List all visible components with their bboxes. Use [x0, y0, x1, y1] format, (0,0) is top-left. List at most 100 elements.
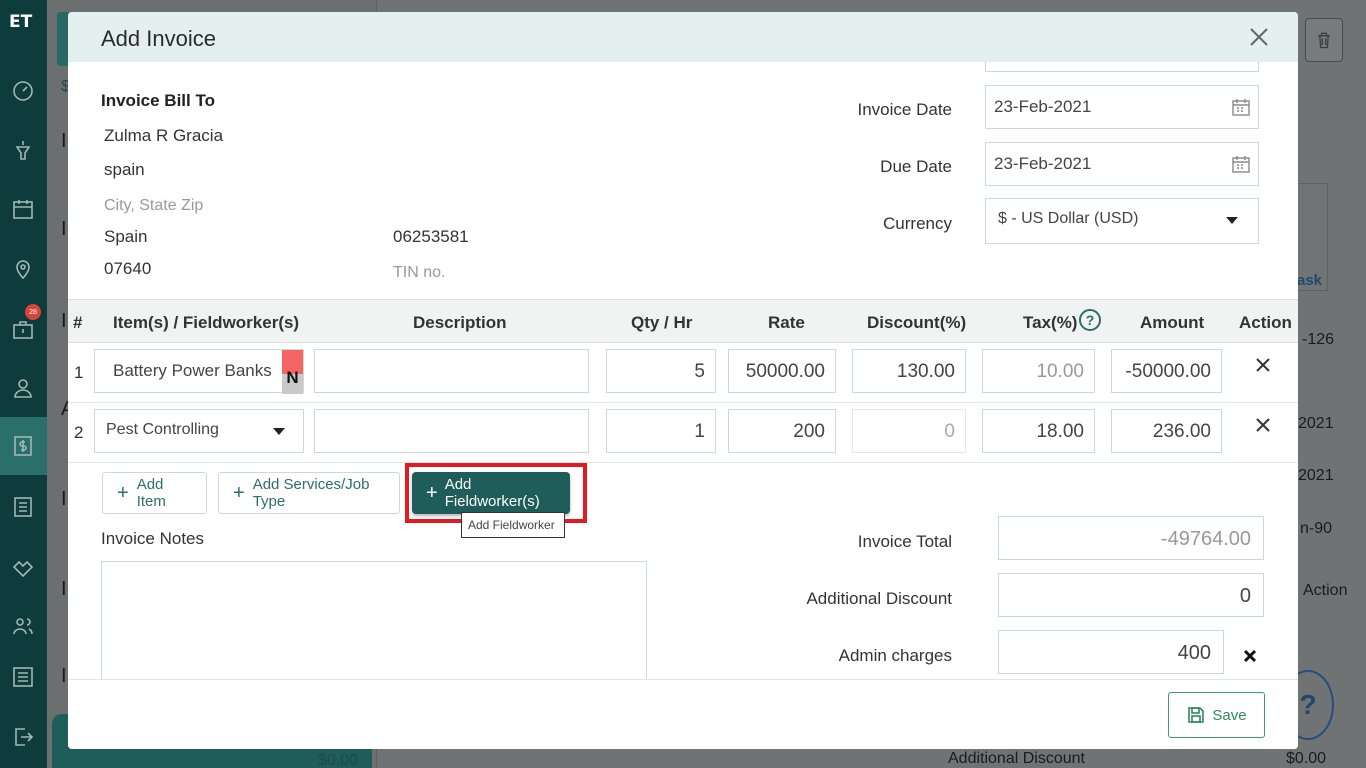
col-header-item: Item(s) / Fieldworker(s) [113, 313, 300, 332]
invoice-notes-textarea[interactable] [101, 561, 647, 679]
invoice-notes-label: Invoice Notes [101, 529, 204, 548]
invoice-date-input[interactable]: 23-Feb-2021 [985, 85, 1259, 129]
rate-input[interactable]: 50000.00 [728, 349, 836, 393]
users-icon[interactable] [10, 613, 36, 639]
save-label: Save [1212, 706, 1247, 724]
close-button[interactable] [1248, 26, 1270, 48]
calendar-icon[interactable] [1231, 97, 1251, 117]
scrolled-input-stub[interactable] [985, 62, 1259, 72]
currency-select[interactable]: $ - US Dollar (USD) [985, 198, 1259, 244]
row-number: 1 [74, 363, 84, 382]
discount-input[interactable]: 0 [852, 409, 966, 453]
add-fieldworker-button[interactable]: + Add Fieldworker(s) [412, 472, 570, 514]
bill-to-phone: 06253581 [393, 227, 469, 246]
save-button[interactable]: Save [1168, 692, 1265, 738]
close-icon [1250, 28, 1268, 46]
bill-to-heading: Invoice Bill To [101, 91, 215, 110]
items-table-header: # Item(s) / Fieldworker(s) Description Q… [68, 299, 1298, 343]
modal-header: Add Invoice [68, 12, 1298, 62]
due-date-label: Due Date [880, 157, 952, 176]
bg-list-row: I [61, 310, 67, 332]
bg-right-text: Action [1303, 582, 1348, 599]
map-pin-icon[interactable] [10, 256, 36, 282]
amount-input[interactable]: -50000.00 [1111, 349, 1222, 393]
app-logo[interactable]: ET [9, 12, 35, 38]
admin-charges-label: Admin charges [838, 646, 952, 665]
add-services-button[interactable]: + Add Services/Job Type [218, 472, 400, 514]
bg-list-row: I [61, 578, 67, 600]
additional-discount-label: Additional Discount [806, 589, 952, 608]
currency-value: $ - US Dollar (USD) [998, 210, 1139, 227]
bill-to-country: Spain [104, 227, 148, 246]
bill-to-name: Zulma R Gracia [104, 126, 224, 145]
remove-row-button[interactable] [1255, 417, 1271, 433]
bg-right-text: n-90 [1300, 520, 1333, 537]
description-input[interactable] [314, 409, 589, 453]
chevron-down-icon [1226, 217, 1238, 224]
item-value: Battery Power Banks [113, 361, 272, 380]
logout-icon[interactable] [10, 724, 36, 750]
item-input[interactable]: Battery Power Banks N [94, 349, 304, 394]
due-date-input[interactable]: 23-Feb-2021 [985, 142, 1259, 186]
list-icon[interactable] [10, 494, 36, 520]
description-input[interactable] [314, 349, 589, 393]
due-date-value: 23-Feb-2021 [994, 154, 1092, 173]
remove-row-button[interactable] [1255, 357, 1271, 373]
left-sidebar: ET 28 [0, 0, 47, 768]
invoice-date-value: 23-Feb-2021 [994, 97, 1092, 116]
dashboard-icon[interactable] [10, 77, 36, 103]
add-fieldworker-tooltip: Add Fieldworker [461, 512, 565, 538]
invoice-total-label: Invoice Total [857, 532, 952, 551]
handshake-icon[interactable] [10, 554, 36, 580]
bg-brand-logo-text: ask [1297, 272, 1323, 289]
tax-input[interactable]: 18.00 [982, 409, 1095, 453]
bg-bottom-amount: $0.00 [318, 752, 359, 768]
bg-list-row: I [61, 665, 67, 687]
qty-input[interactable]: 1 [606, 409, 716, 453]
trash-icon [1318, 32, 1330, 49]
dollar-icon[interactable] [10, 433, 36, 459]
calendar-icon[interactable] [10, 196, 36, 222]
plus-icon: + [233, 481, 245, 504]
tax-input[interactable]: 10.00 [982, 349, 1095, 393]
amount-input[interactable]: 236.00 [1111, 409, 1222, 453]
bg-brand-logo: ask [1296, 183, 1328, 291]
col-header-discount: Discount(%) [867, 313, 967, 332]
plus-icon: + [117, 481, 129, 504]
bill-to-city-placeholder: City, State Zip [104, 197, 204, 214]
trash-button[interactable] [1305, 18, 1343, 62]
add-services-label: Add Services/Job Type [252, 476, 370, 510]
chevron-down-icon [273, 428, 285, 435]
add-invoice-modal: Add Invoice Invoice Bill To Zulma R Grac… [68, 12, 1298, 749]
admin-charges-input[interactable]: 400 [998, 630, 1224, 674]
funnel-icon[interactable] [10, 137, 36, 163]
col-header-tax: Tax(%) [1023, 313, 1078, 332]
close-icon [1256, 358, 1270, 372]
add-item-button[interactable]: + Add Item [102, 472, 207, 514]
item-select[interactable]: Pest Controlling [94, 409, 304, 453]
bg-list-row: I [61, 218, 67, 240]
person-icon[interactable] [10, 375, 36, 401]
tax-help-icon[interactable]: ? [1079, 309, 1101, 331]
col-header-num: # [73, 313, 83, 332]
modal-footer: Save [68, 679, 1298, 749]
rate-input[interactable]: 200 [728, 409, 836, 453]
col-header-action: Action [1239, 313, 1292, 332]
calendar-icon[interactable] [1231, 154, 1251, 174]
additional-discount-input[interactable]: 0 [998, 573, 1264, 617]
notification-badge: 28 [25, 304, 41, 320]
bill-to-address: spain [104, 160, 145, 179]
remove-admin-charges-button[interactable] [1243, 649, 1257, 663]
bg-list-row: I [61, 130, 67, 152]
col-header-rate: Rate [768, 313, 805, 332]
plus-icon: + [426, 481, 438, 504]
add-fieldworker-label: Add Fieldworker(s) [444, 476, 540, 510]
invoice-total-input: -49764.00 [998, 516, 1264, 560]
discount-input[interactable]: 130.00 [852, 349, 966, 393]
add-item-label: Add Item [136, 476, 166, 510]
qty-input[interactable]: 5 [606, 349, 716, 393]
sliders-icon[interactable] [10, 664, 36, 690]
row-number: 2 [74, 423, 84, 442]
invoice-date-label: Invoice Date [857, 100, 953, 119]
close-icon [1243, 649, 1257, 663]
